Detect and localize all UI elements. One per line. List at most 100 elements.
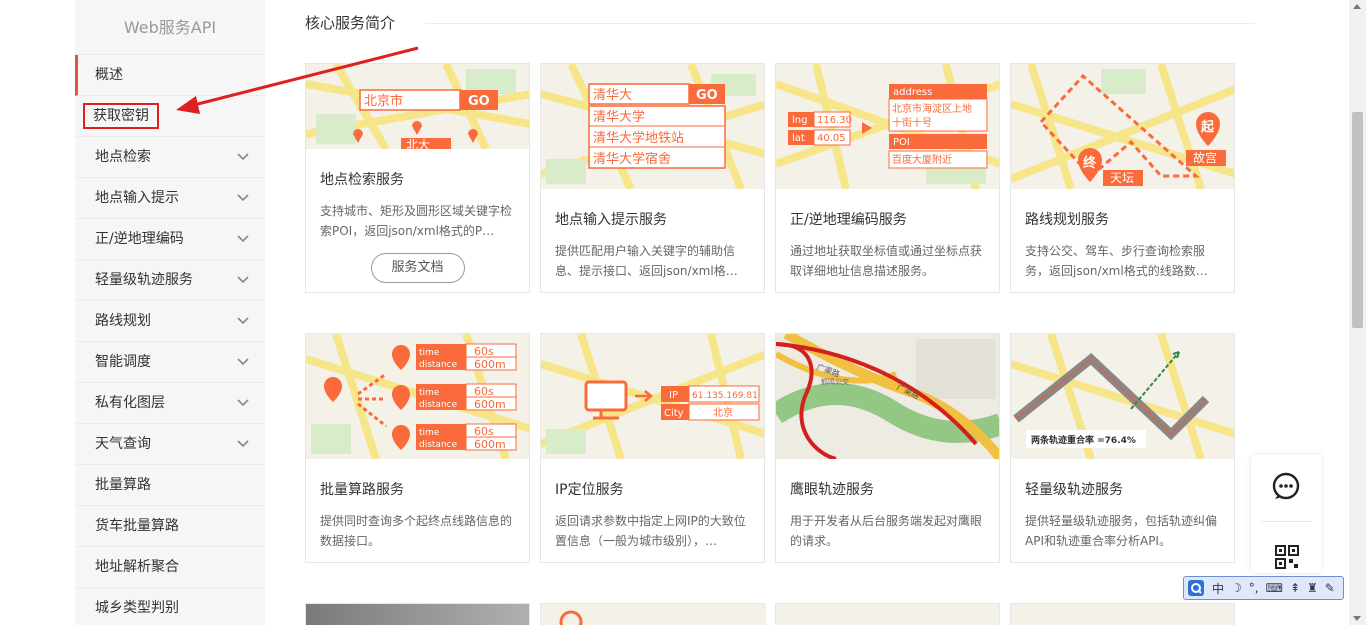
sidebar-item-label: 城乡类型判别 — [95, 600, 179, 616]
suggest-input-text: 清华大 — [593, 88, 632, 103]
service-card-geocoding[interactable]: lng 116.30 lat 40.05 address 北京市海淀区上地 十街… — [775, 63, 1000, 293]
ime-logo-icon[interactable] — [1188, 580, 1204, 596]
sidebar-item-label: 批量算路 — [95, 477, 151, 493]
service-card-batch-route[interactable]: time distance 60s 600m time distance 60s — [305, 333, 530, 563]
annotation-arrow — [176, 46, 419, 114]
ime-settings-icon[interactable]: ✎ — [1325, 581, 1335, 595]
card-title: 轻量级轨迹服务 — [1025, 482, 1123, 498]
sidebar-item-lite-trace[interactable]: 轻量级轨迹服务 — [75, 260, 265, 301]
chat-icon[interactable] — [1271, 471, 1301, 501]
service-card-partial[interactable] — [540, 603, 766, 625]
service-card-partial[interactable] — [305, 603, 530, 625]
time-label: time — [419, 388, 440, 398]
time-label: time — [419, 348, 440, 358]
vertical-scrollbar[interactable] — [1349, 0, 1366, 625]
distance-label: distance — [419, 360, 458, 370]
card-description: 提供匹配用户输入关键字的辅助信息、提示接口、返回json/xml格… — [555, 244, 738, 278]
card-thumbnail — [776, 604, 999, 625]
time-value: 60s — [474, 385, 494, 398]
card-thumbnail: IP 61.135.169.81 City 北京 — [541, 334, 764, 459]
geocode-illustration: lng 116.30 lat 40.05 address 北京市海淀区上地 十街… — [776, 64, 999, 189]
go-button-text: GO — [468, 94, 490, 109]
scroll-down-icon[interactable] — [1353, 616, 1361, 621]
ip-label: IP — [669, 390, 678, 401]
card-title: 路线规划服务 — [1025, 212, 1109, 228]
ime-moon-icon[interactable]: ☽ — [1231, 581, 1242, 595]
card-title: 地点检索服务 — [320, 172, 404, 188]
city-label: City — [664, 408, 684, 419]
service-docs-button[interactable]: 服务文档 — [370, 253, 465, 283]
sidebar-item-place-search[interactable]: 地点检索 — [75, 137, 265, 178]
card-thumbnail — [1011, 604, 1234, 625]
service-card-ip-location[interactable]: IP 61.135.169.81 City 北京 IP定位服务 返回请求参数中指… — [540, 333, 765, 563]
service-card-place-suggest[interactable]: 清华大 GO 清华大学 清华大学地铁站 清华大学宿舍 地点输入提示服务 提供匹配… — [540, 63, 765, 293]
sidebar-item-route-planning[interactable]: 路线规划 — [75, 301, 265, 342]
place-label: 鹤鸣公交 — [821, 377, 849, 386]
sidebar-item-smart-dispatch[interactable]: 智能调度 — [75, 342, 265, 383]
ime-chinese-mode[interactable]: 中 — [1212, 580, 1224, 597]
time-value: 60s — [474, 345, 494, 358]
card-thumbnail: 两条轨迹重合率 =76.4% — [1011, 334, 1234, 459]
end-marker: 终 — [1083, 155, 1097, 171]
sidebar-item-label: 货车批量算路 — [95, 518, 179, 534]
sidebar-item-batch-route[interactable]: 批量算路 — [75, 465, 265, 506]
lite-trace-illustration: 两条轨迹重合率 =76.4% — [1011, 334, 1234, 459]
card-description: 支持城市、矩形及圆形区域关键字检索POI，返回json/xml格式的P… — [320, 204, 513, 238]
sidebar-item-truck-batch-route[interactable]: 货车批量算路 — [75, 506, 265, 547]
sidebar-item-label: 智能调度 — [95, 354, 151, 370]
lat-value: 40.05 — [817, 133, 846, 144]
suggest-option: 清华大学 — [593, 109, 645, 125]
card-description: 提供同时查询多个起终点线路信息的数据接口。 — [320, 514, 513, 548]
scrollbar-thumb[interactable] — [1352, 112, 1363, 328]
card-title: 正/逆地理编码服务 — [790, 212, 907, 228]
sidebar-item-label: 路线规划 — [95, 313, 151, 329]
distance-value: 600m — [474, 358, 506, 371]
section-divider — [425, 23, 1255, 24]
poi-label: POI — [893, 137, 910, 148]
sidebar-item-label: 概述 — [95, 67, 123, 83]
qr-code-icon[interactable] — [1275, 545, 1299, 569]
divider — [1261, 521, 1311, 522]
address-line: 北京市海淀区上地 — [892, 102, 972, 115]
service-card-partial[interactable] — [775, 603, 1000, 625]
ime-skin-icon[interactable]: ♜ — [1307, 581, 1318, 595]
ime-tool-icon[interactable]: ⇞ — [1290, 581, 1300, 595]
sidebar-item-label: 私有化图层 — [95, 395, 165, 411]
card-thumbnail: 广渠路 广渠路 鹤鸣公交 — [776, 334, 999, 459]
service-card-route-planning[interactable]: 起 故宫 终 天坛 路线规划服务 支持公交、驾车、步行查询检索服务，返回json… — [1010, 63, 1235, 293]
go-button-text: GO — [696, 88, 718, 103]
scroll-up-icon[interactable] — [1353, 4, 1361, 9]
sidebar-item-urban-rural[interactable]: 城乡类型判别 — [75, 588, 265, 625]
service-card-trace[interactable]: 广渠路 广渠路 鹤鸣公交 鹰眼轨迹服务 用于开发者从后台服务端发起对鹰眼的请求。 — [775, 333, 1000, 563]
card-description: 支持公交、驾车、步行查询检索服务，返回json/xml格式的线路数… — [1025, 244, 1208, 278]
ime-punct-icon[interactable]: °, — [1249, 581, 1259, 595]
service-card-partial[interactable] — [1010, 603, 1235, 625]
card-description: 用于开发者从后台服务端发起对鹰眼的请求。 — [790, 514, 983, 548]
sidebar-item-label: 地点检索 — [95, 149, 151, 165]
chevron-down-icon — [237, 235, 249, 243]
route-illustration: 起 故宫 终 天坛 — [1011, 64, 1234, 189]
sidebar-item-geocoding[interactable]: 正/逆地理编码 — [75, 219, 265, 260]
lat-label: lat — [792, 133, 805, 144]
batch-row: time distance 60s 600m — [416, 383, 517, 411]
card-title: 地点输入提示服务 — [555, 212, 667, 228]
poi-value: 百度大厦附近 — [892, 153, 952, 166]
sidebar-item-weather[interactable]: 天气查询 — [75, 424, 265, 465]
computer-icon — [584, 380, 628, 412]
ime-keyboard-icon[interactable]: ⌨ — [1266, 581, 1283, 595]
sidebar-item-address-aggregation[interactable]: 地址解析聚合 — [75, 547, 265, 588]
chevron-down-icon — [237, 153, 249, 161]
time-value: 60s — [474, 425, 494, 438]
sidebar-item-private-layer[interactable]: 私有化图层 — [75, 383, 265, 424]
sidebar-item-label: 获取密钥 — [83, 103, 159, 129]
chevron-down-icon — [237, 276, 249, 284]
overlap-rate: 两条轨迹重合率 =76.4% — [1031, 434, 1136, 446]
service-card-lite-trace[interactable]: 两条轨迹重合率 =76.4% 轻量级轨迹服务 提供轻量级轨迹服务，包括轨迹纠偏A… — [1010, 333, 1235, 563]
card-thumbnail: time distance 60s 600m time distance 60s — [306, 334, 529, 459]
sidebar-item-label: 地址解析聚合 — [95, 559, 179, 575]
card-title: 鹰眼轨迹服务 — [790, 482, 874, 498]
ime-toolbar[interactable]: 中 ☽ °, ⌨ ⇞ ♜ ✎ — [1183, 576, 1344, 600]
sidebar-item-place-suggest[interactable]: 地点输入提示 — [75, 178, 265, 219]
card-description: 通过地址获取坐标值或通过坐标点获取详细地址信息描述服务。 — [790, 244, 983, 278]
card-thumbnail — [541, 604, 766, 625]
